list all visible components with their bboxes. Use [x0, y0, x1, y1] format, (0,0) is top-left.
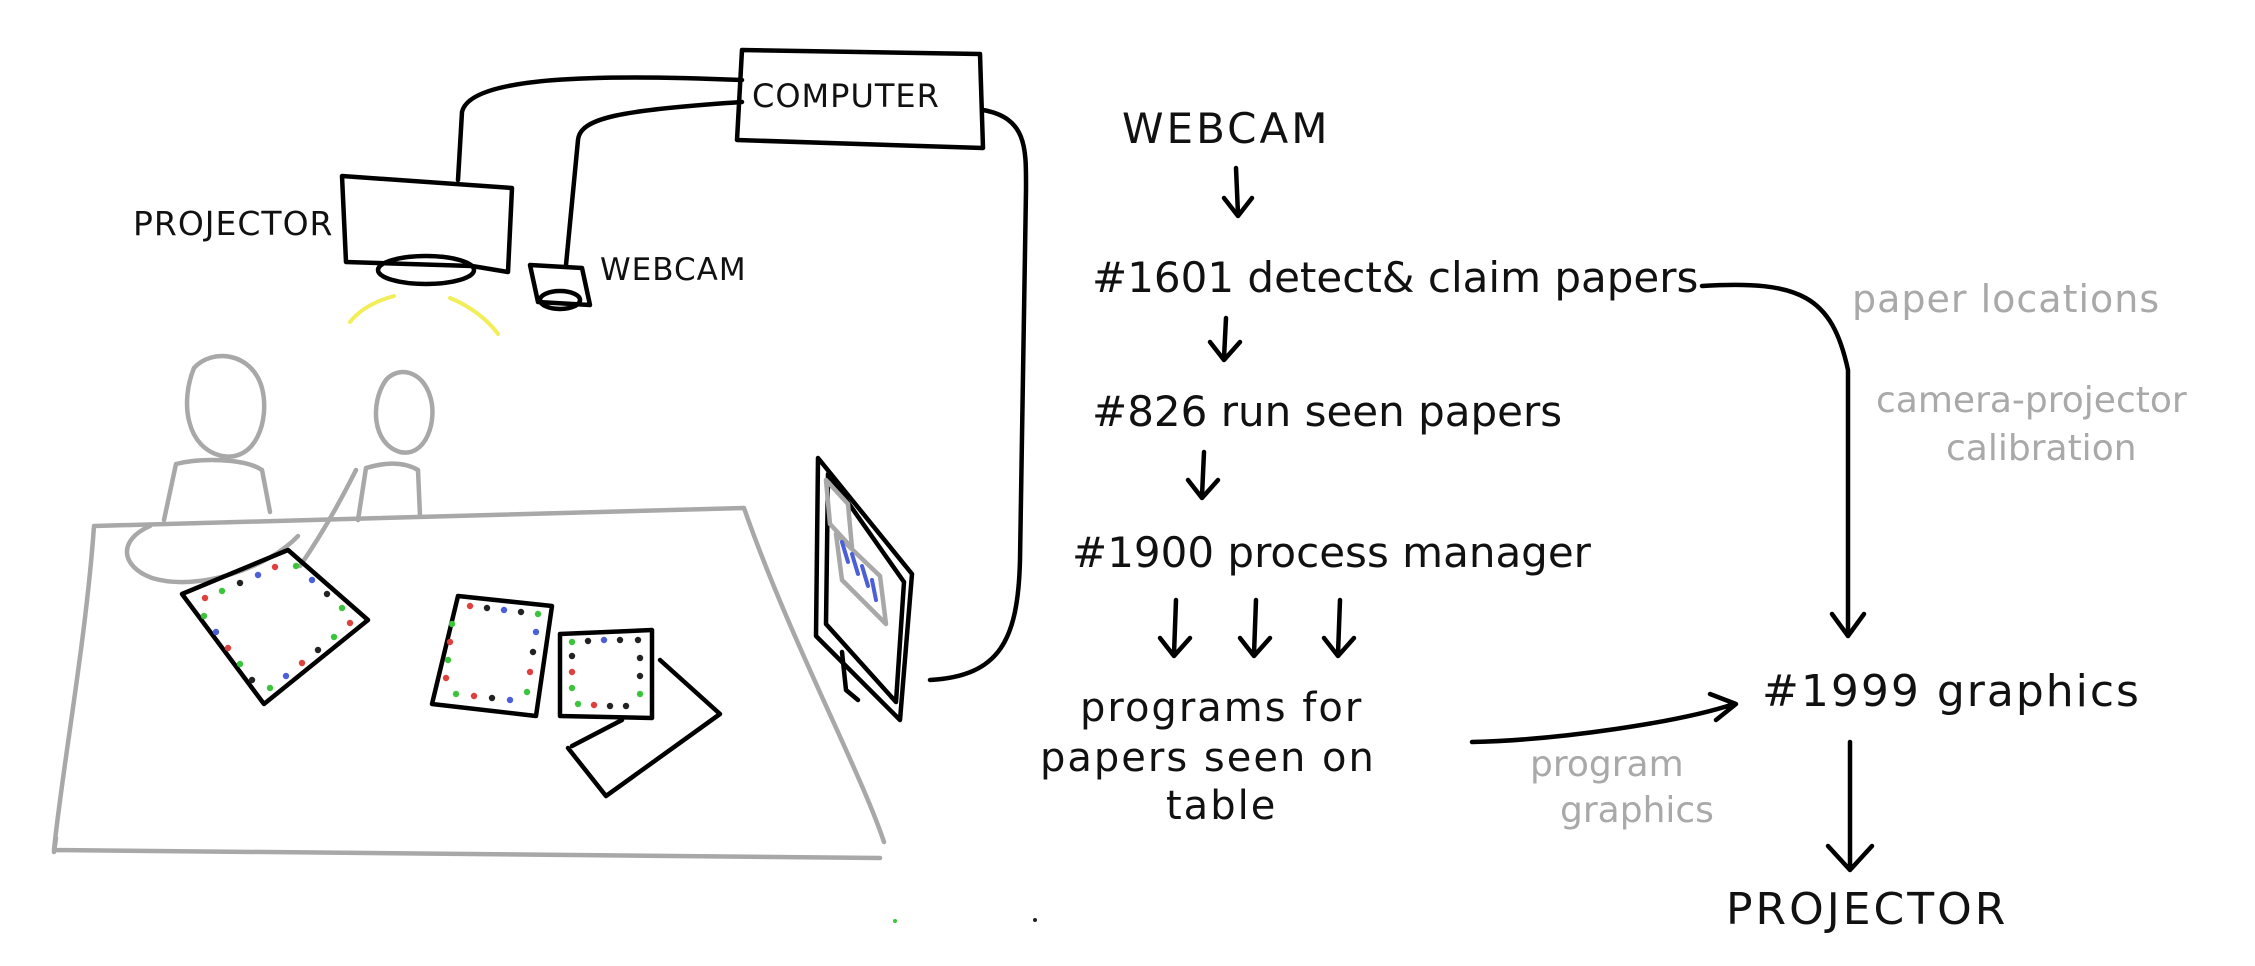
projector-label: PROJECTOR	[133, 204, 334, 243]
arrow-process-to-programs-1	[1157, 597, 1193, 659]
projector-lens	[375, 253, 477, 287]
stray-dot-black	[1033, 918, 1037, 922]
flow-programs-node-line1: programs for	[1080, 685, 1363, 731]
person-left	[124, 353, 301, 585]
flow-process-node: #1900 process manager	[1072, 528, 1592, 577]
stray-dot-green	[893, 919, 897, 923]
flow-detect-node: #1601 detect& claim papers	[1092, 253, 1698, 302]
paper-dots	[568, 636, 644, 710]
arrow-process-to-programs-2	[1237, 597, 1273, 659]
monitor	[813, 455, 915, 723]
cable-computer-to-monitor	[927, 107, 1029, 683]
projector-light-ray-left	[348, 294, 396, 324]
webcam-lens	[537, 288, 583, 312]
cable-computer-to-webcam	[563, 99, 745, 268]
webcam-hardware-label: WEBCAM	[600, 252, 747, 288]
arrow-webcam-to-detect	[1221, 165, 1255, 219]
flow-run-node: #826 run seen papers	[1092, 387, 1562, 436]
annotation-calibration-line1: camera-projector	[1876, 380, 2187, 421]
person-right	[297, 369, 435, 569]
paper-upright-right	[557, 627, 655, 721]
annotation-program-graphics-line2: graphics	[1560, 790, 1714, 831]
paper-blank	[565, 657, 723, 799]
paper-upright-left	[429, 593, 555, 719]
paper-tilted	[179, 547, 371, 707]
flow-graphics-node: #1999 graphics	[1762, 666, 2141, 717]
annotation-calibration-line2: calibration	[1946, 428, 2137, 469]
dynamicland-setup-diagram: COMPUTER PROJECTOR WEBCAM WEBCAM #1601 d…	[51, 47, 2187, 935]
paper-dots	[442, 602, 542, 704]
flow-projector-node: PROJECTOR	[1726, 884, 2008, 935]
flow-programs-node-line2: papers seen on	[1040, 735, 1376, 781]
flow-programs-node-line3: table	[1166, 783, 1277, 829]
arrow-programs-to-graphics	[1469, 691, 1739, 745]
cable-computer-to-projector	[455, 75, 745, 183]
arrow-run-to-process	[1185, 449, 1221, 501]
arrow-detect-to-graphics	[1699, 282, 1867, 639]
computer-label: COMPUTER	[752, 77, 940, 115]
table-outline	[51, 505, 887, 861]
software-flow: WEBCAM #1601 detect& claim papers #826 r…	[1040, 104, 2187, 935]
hardware-sketch: COMPUTER PROJECTOR WEBCAM	[51, 47, 1029, 861]
projector-light-ray-right	[448, 296, 500, 336]
paper-dots	[200, 562, 354, 692]
arrow-graphics-to-projector	[1825, 739, 1875, 873]
arrow-process-to-programs-3	[1321, 597, 1357, 659]
annotation-program-graphics-line1: program	[1530, 744, 1684, 785]
flow-webcam-node: WEBCAM	[1122, 104, 1330, 153]
annotation-paper-locations: paper locations	[1852, 277, 2160, 321]
arrow-detect-to-run	[1207, 315, 1243, 363]
